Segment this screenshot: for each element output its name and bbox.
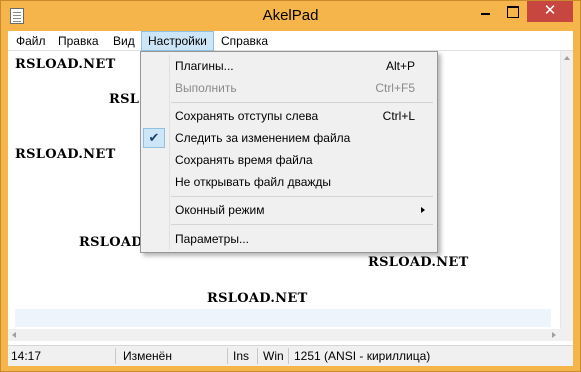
menu-help[interactable]: Справка bbox=[215, 31, 274, 51]
menu-separator bbox=[171, 224, 433, 225]
current-line-highlight bbox=[15, 309, 551, 327]
menu-item-watch-file[interactable]: ✔ Следить за изменением файла bbox=[143, 127, 435, 149]
text-line: RSLOAD.NET bbox=[15, 57, 116, 72]
menu-item-label: Плагины... bbox=[175, 59, 234, 73]
checkmark-icon: ✔ bbox=[143, 128, 165, 148]
menu-view[interactable]: Вид bbox=[107, 31, 141, 51]
menu-item-single-open[interactable]: Не открывать файл дважды bbox=[143, 171, 435, 193]
menu-item-shortcut: Ctrl+L bbox=[382, 109, 415, 123]
menu-item-shortcut: Alt+P bbox=[385, 59, 415, 73]
vertical-scrollbar[interactable] bbox=[560, 51, 573, 341]
menu-bar: Файл Правка Вид Настройки Справка bbox=[8, 31, 573, 51]
menu-item-label: Параметры... bbox=[175, 232, 249, 246]
menu-item-label: Сохранять время файла bbox=[175, 153, 313, 167]
menu-item-plugins[interactable]: Плагины... Alt+P bbox=[143, 55, 435, 77]
text-line: RSLOAD.NET bbox=[15, 147, 116, 162]
status-divider bbox=[257, 348, 258, 364]
menu-item-options[interactable]: Параметры... bbox=[143, 228, 435, 250]
settings-dropdown-menu: Плагины... Alt+P Выполнить Ctrl+F5 Сохра… bbox=[140, 51, 438, 253]
menu-separator bbox=[171, 196, 433, 197]
minimize-button[interactable] bbox=[472, 1, 499, 22]
menu-file[interactable]: Файл bbox=[10, 31, 52, 51]
horizontal-scrollbar[interactable] bbox=[8, 329, 560, 341]
menu-separator bbox=[171, 102, 433, 103]
text-line: RSLOAD.NET bbox=[368, 255, 469, 270]
menu-item-execute[interactable]: Выполнить Ctrl+F5 bbox=[143, 77, 435, 99]
menu-item-label: Не открывать файл дважды bbox=[175, 175, 332, 189]
menu-settings[interactable]: Настройки bbox=[141, 31, 214, 51]
menu-edit[interactable]: Правка bbox=[52, 31, 105, 51]
text-line: RSLOAD bbox=[79, 235, 143, 250]
submenu-arrow-icon bbox=[421, 207, 425, 213]
maximize-button[interactable] bbox=[499, 1, 525, 22]
status-insert-mode[interactable]: Ins bbox=[230, 346, 249, 366]
menu-item-keep-indent[interactable]: Сохранять отступы слева Ctrl+L bbox=[143, 105, 435, 127]
status-caret-position: 14:17 bbox=[11, 349, 42, 363]
status-divider bbox=[227, 348, 228, 364]
scrollbar-corner bbox=[560, 329, 573, 341]
status-divider bbox=[288, 348, 289, 364]
text-line: RSL bbox=[109, 92, 140, 107]
status-newline[interactable]: Win bbox=[260, 346, 284, 366]
status-bar: 14:17 Изменён Ins Win 1251 (ANSI - кирил… bbox=[8, 345, 573, 366]
status-encoding[interactable]: 1251 (ANSI - кириллица) bbox=[291, 346, 430, 366]
status-modified: Изменён bbox=[123, 349, 172, 363]
menu-item-label: Следить за изменением файла bbox=[175, 131, 351, 145]
menu-item-keep-file-time[interactable]: Сохранять время файла bbox=[143, 149, 435, 171]
close-button[interactable]: ✕ bbox=[527, 1, 573, 22]
menu-item-label: Оконный режим bbox=[175, 203, 265, 217]
menu-item-label: Сохранять отступы слева bbox=[175, 109, 319, 123]
text-line: RSLOAD.NET bbox=[207, 291, 308, 306]
menu-item-window-mode[interactable]: Оконный режим bbox=[143, 199, 435, 221]
status-divider bbox=[115, 348, 116, 364]
title-bar[interactable]: AkelPad ✕ bbox=[1, 1, 580, 31]
menu-item-label: Выполнить bbox=[175, 81, 237, 95]
menu-item-shortcut: Ctrl+F5 bbox=[375, 81, 415, 95]
